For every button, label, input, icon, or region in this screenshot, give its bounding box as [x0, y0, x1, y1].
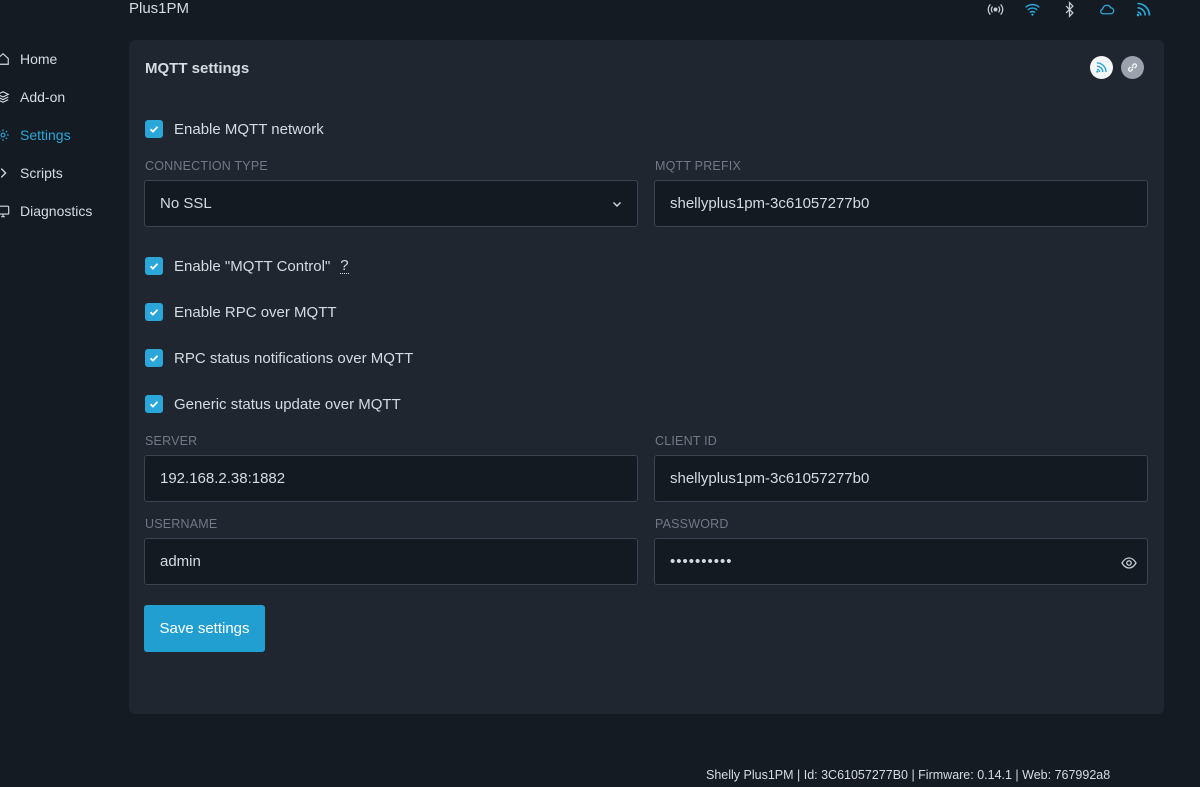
check-icon	[149, 355, 159, 362]
check-icon	[149, 401, 159, 408]
mqtt-prefix-input[interactable]: shellyplus1pm-3c61057277b0	[654, 180, 1148, 227]
monitor-icon	[0, 204, 10, 218]
layers-icon	[0, 90, 10, 104]
rpc-over-mqtt-label: Enable RPC over MQTT	[174, 303, 337, 321]
generic-status-checkbox[interactable]	[145, 395, 163, 413]
enable-mqtt-checkbox[interactable]	[145, 120, 163, 138]
mqtt-prefix-value: shellyplus1pm-3c61057277b0	[670, 195, 870, 212]
cloud-icon[interactable]	[1098, 1, 1115, 18]
generic-status-label: Generic status update over MQTT	[174, 395, 401, 413]
sidebar-item-diagnostics[interactable]: Diagnostics	[0, 192, 120, 230]
device-name: Plus1PM	[129, 0, 190, 17]
mqtt-settings-card: MQTT settings Enable MQTT network CONNEC…	[129, 40, 1164, 714]
password-value: ••••••••••	[670, 553, 733, 570]
save-settings-button[interactable]: Save settings	[144, 605, 265, 652]
bluetooth-icon[interactable]	[1061, 1, 1078, 18]
card-actions	[1090, 56, 1144, 79]
rss-icon[interactable]	[1090, 56, 1113, 79]
sidebar-item-label: Add-on	[20, 89, 66, 105]
sidebar-item-label: Home	[20, 51, 58, 67]
chevron-down-icon	[613, 202, 621, 207]
check-icon	[149, 263, 159, 270]
sidebar-item-settings[interactable]: Settings	[0, 116, 120, 154]
mqtt-control-label: Enable "MQTT Control"	[174, 257, 331, 275]
mqtt-prefix-label: MQTT PREFIX	[655, 159, 742, 173]
client-id-input[interactable]: shellyplus1pm-3c61057277b0	[654, 455, 1148, 502]
enable-mqtt-label: Enable MQTT network	[174, 120, 324, 138]
rpc-status-checkbox[interactable]	[145, 349, 163, 367]
card-title: MQTT settings	[145, 60, 250, 77]
connection-type-value: No SSL	[160, 195, 212, 212]
rpc-over-mqtt-checkbox[interactable]	[145, 303, 163, 321]
footer-info: Shelly Plus1PM | Id: 3C61057277B0 | Firm…	[706, 768, 1111, 782]
sidebar-item-add-on[interactable]: Add-on	[0, 78, 120, 116]
gear-icon	[0, 128, 10, 142]
check-icon	[149, 126, 159, 133]
home-icon	[0, 52, 10, 66]
client-id-label: CLIENT ID	[655, 434, 717, 448]
check-icon	[149, 309, 159, 316]
sidebar-item-scripts[interactable]: Scripts	[0, 154, 120, 192]
server-label: SERVER	[145, 434, 198, 448]
broadcast-icon[interactable]	[987, 1, 1004, 18]
connection-type-select[interactable]: No SSL	[144, 180, 638, 227]
sidebar-item-home[interactable]: Home	[0, 40, 120, 78]
enable-mqtt-row: Enable MQTT network	[145, 120, 324, 138]
sidebar-item-label: Diagnostics	[20, 203, 93, 219]
sidebar-item-label: Scripts	[20, 165, 63, 181]
username-label: USERNAME	[145, 517, 218, 531]
sidebar-item-label: Settings	[20, 127, 71, 143]
client-id-value: shellyplus1pm-3c61057277b0	[670, 470, 870, 487]
mqtt-control-row: Enable "MQTT Control" ?	[145, 257, 349, 275]
username-input[interactable]: admin	[144, 538, 638, 585]
server-input[interactable]: 192.168.2.38:1882	[144, 455, 638, 502]
sidebar: Home Add-on Settings Scripts Diagnostics	[0, 40, 120, 230]
chevron-right-icon	[0, 166, 10, 180]
eye-icon[interactable]	[1121, 556, 1137, 570]
mqtt-control-help[interactable]: ?	[340, 258, 349, 274]
rpc-status-row: RPC status notifications over MQTT	[145, 349, 413, 367]
rpc-over-mqtt-row: Enable RPC over MQTT	[145, 303, 337, 321]
rss-icon[interactable]	[1135, 1, 1152, 18]
server-value: 192.168.2.38:1882	[160, 470, 286, 487]
wifi-icon[interactable]	[1024, 1, 1041, 18]
link-icon[interactable]	[1121, 56, 1144, 79]
mqtt-control-checkbox[interactable]	[145, 257, 163, 275]
connection-type-label: CONNECTION TYPE	[145, 159, 268, 173]
password-input[interactable]: ••••••••••	[654, 538, 1148, 585]
rpc-status-label: RPC status notifications over MQTT	[174, 349, 414, 367]
status-icons	[987, 1, 1152, 18]
generic-status-row: Generic status update over MQTT	[145, 395, 401, 413]
username-value: admin	[160, 553, 201, 570]
password-label: PASSWORD	[655, 517, 729, 531]
